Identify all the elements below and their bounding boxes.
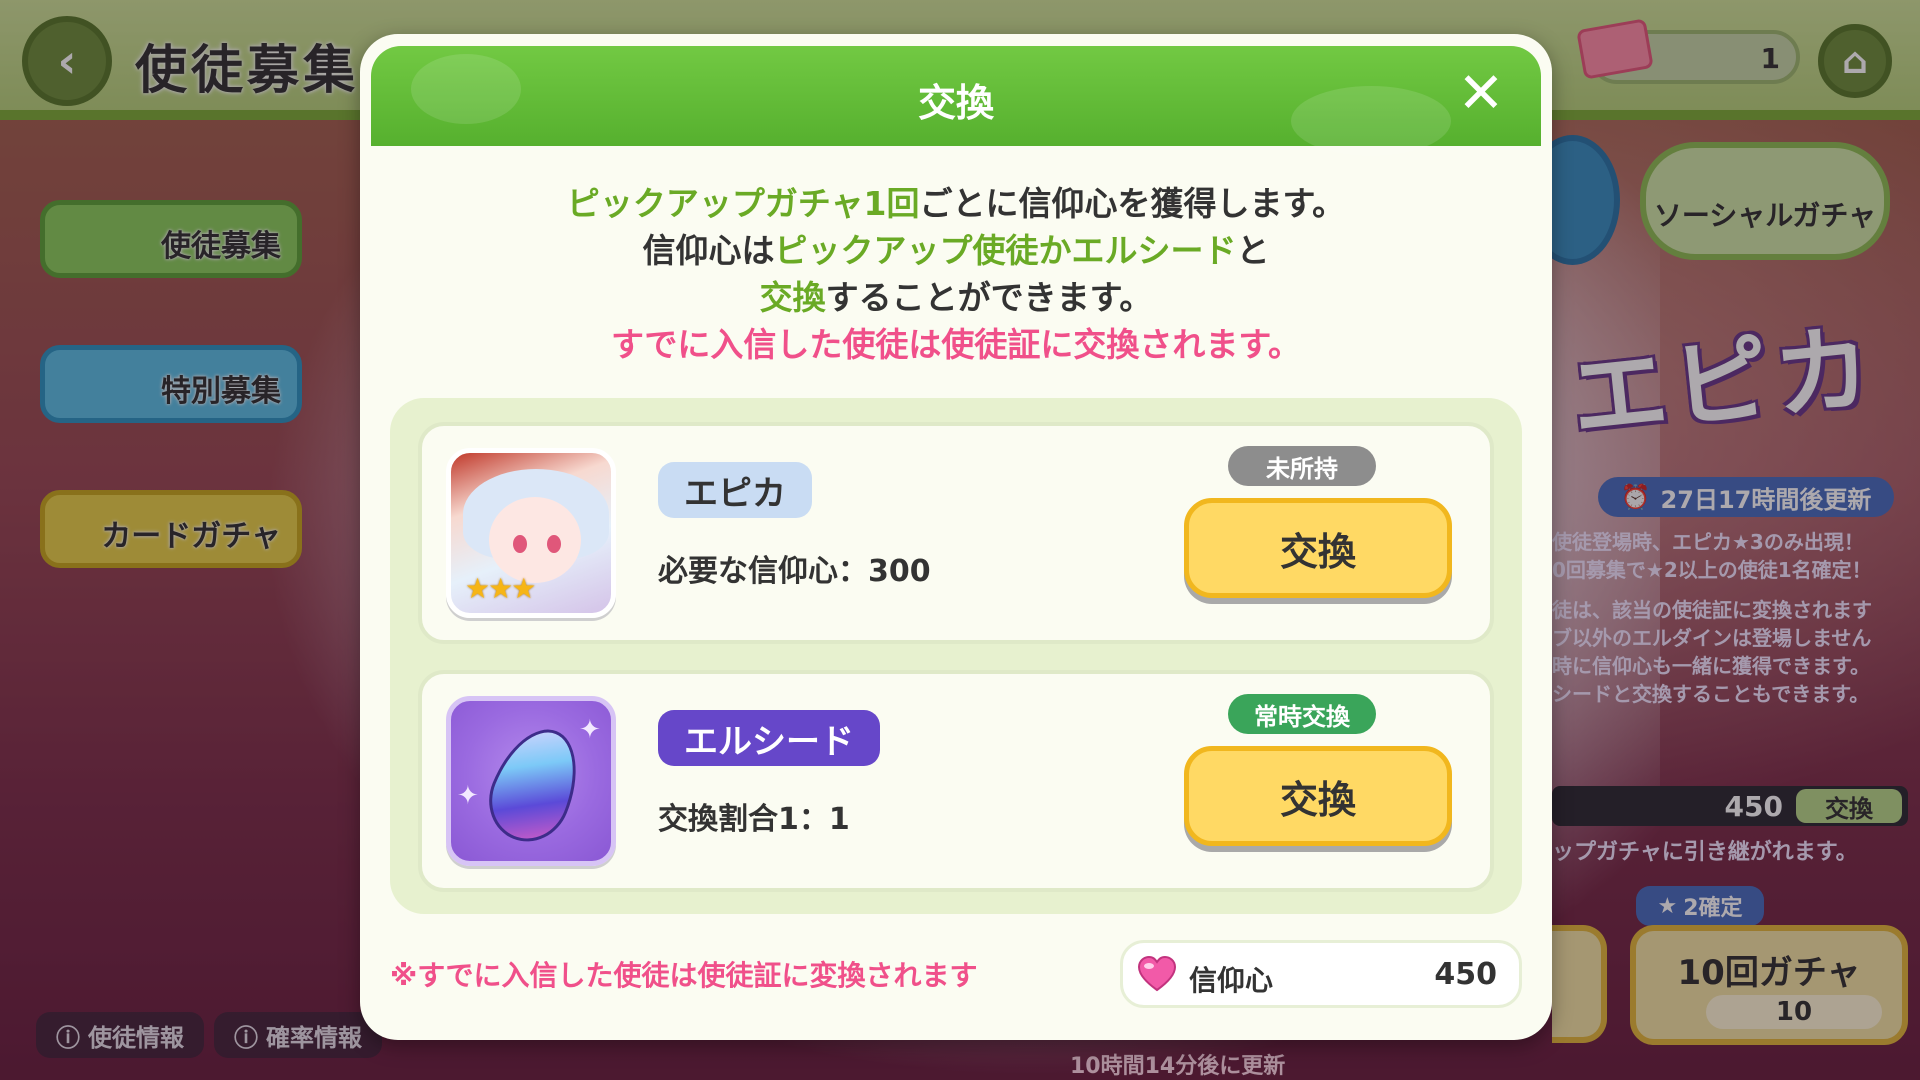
status-badge: 未所持 — [1228, 446, 1376, 486]
portrait-face — [489, 497, 581, 583]
portrait-eye — [547, 535, 561, 553]
desc-text: ごとに信仰心を獲得します。 — [919, 184, 1346, 223]
exchange-button-elseed[interactable]: 交換 — [1184, 746, 1452, 846]
modal-header: 交換 ✕ — [371, 46, 1541, 156]
desc-text: と — [1236, 231, 1270, 270]
item-name-tag: エルシード — [658, 710, 880, 766]
desc-text: 信仰心は — [642, 231, 775, 270]
heart-icon — [1137, 955, 1177, 992]
exchange-item-elseed: ✦ ✦ エルシード 交換割合1：1 常時交換 交換 — [418, 670, 1494, 892]
footnote: ※すでに入信した使徒は使徒証に変換されます — [390, 959, 978, 992]
exchange-modal: 交換 ✕ ピックアップガチャ1回ごとに信仰心を獲得します。 信仰心はピックアップ… — [360, 34, 1552, 1040]
item-cost: 必要な信仰心：300 — [658, 554, 931, 589]
item-name-tag: エピカ — [658, 462, 812, 518]
rarity-stars: ★★★ — [465, 572, 536, 605]
balance-label: 信仰心 — [1189, 964, 1274, 997]
modal-description: ピックアップガチャ1回ごとに信仰心を獲得します。 信仰心はピックアップ使徒かエル… — [400, 180, 1512, 368]
modal-title: 交換 — [917, 81, 994, 125]
item-ratio: 交換割合1：1 — [658, 802, 850, 837]
desc-line-1: ピックアップガチャ1回ごとに信仰心を獲得します。 — [400, 180, 1512, 227]
desc-highlight: 交換 — [759, 278, 826, 317]
desc-highlight: ピックアップ使徒かエルシード — [774, 231, 1237, 270]
portrait-eye — [513, 535, 527, 553]
desc-line-3: 交換することができます。 — [400, 274, 1512, 321]
status-badge: 常時交換 — [1228, 694, 1376, 734]
desc-text: することができます。 — [825, 278, 1153, 317]
balance-value: 450 — [1434, 957, 1497, 992]
exchange-item-epica: ★★★ エピカ 必要な信仰心：300 未所持 交換 — [418, 422, 1494, 644]
faith-balance: 信仰心 450 — [1120, 940, 1522, 1008]
sparkle-icon: ✦ — [579, 715, 601, 745]
exchange-button-epica[interactable]: 交換 — [1184, 498, 1452, 598]
desc-highlight: ピックアップガチャ1回 — [566, 184, 920, 223]
close-button[interactable]: ✕ — [1449, 62, 1513, 126]
elseed-icon: ✦ ✦ — [446, 696, 616, 866]
exchange-list: ★★★ エピカ 必要な信仰心：300 未所持 交換 ✦ ✦ エルシード 交換割合… — [390, 398, 1522, 914]
close-icon: ✕ — [1457, 61, 1505, 126]
desc-line-2: 信仰心はピックアップ使徒かエルシードと — [400, 227, 1512, 274]
sparkle-icon: ✦ — [457, 781, 479, 811]
desc-line-4: すでに入信した使徒は使徒証に交換されます。 — [610, 325, 1302, 364]
elseed-gem — [476, 716, 594, 854]
epica-portrait: ★★★ — [446, 448, 616, 618]
